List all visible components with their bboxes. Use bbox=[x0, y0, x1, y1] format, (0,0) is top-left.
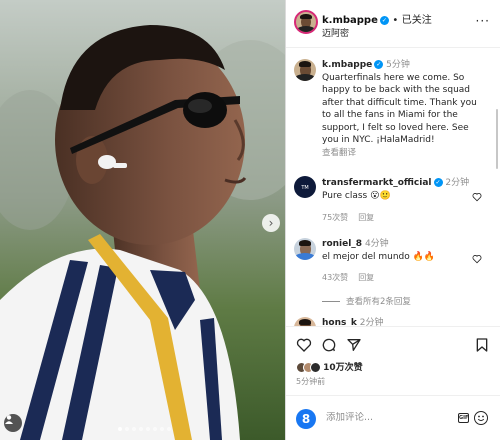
current-user-avatar: 8 bbox=[296, 409, 316, 429]
comments-scroll-area[interactable]: k.mbappe ✓ 5分钟 Quarterfinals here we come… bbox=[286, 49, 500, 326]
comment-time: 4分钟 bbox=[364, 239, 389, 249]
follow-status-button[interactable]: 已关注 bbox=[402, 15, 432, 26]
author-username[interactable]: k.mbappe bbox=[322, 15, 378, 26]
author-avatar[interactable] bbox=[294, 10, 318, 34]
like-heart-icon[interactable] bbox=[296, 337, 312, 353]
gif-icon[interactable]: GIF bbox=[458, 413, 469, 423]
view-replies-label: 查看所有2条回复 bbox=[346, 297, 411, 307]
reply-button[interactable]: 回复 bbox=[358, 273, 374, 282]
comment-body: transfermarkt_official ✓ 2分钟 Pure class 😮… bbox=[322, 177, 472, 203]
post-caption: k.mbappe ✓ 5分钟 Quarterfinals here we come… bbox=[322, 59, 487, 159]
verified-badge-icon: ✓ bbox=[379, 15, 389, 25]
caption-author-avatar[interactable] bbox=[294, 59, 316, 81]
comment-meta: 75次赞 回复 bbox=[322, 212, 384, 223]
comment-avatar[interactable] bbox=[294, 317, 316, 326]
caption-text: Quarterfinals here we come. So happy to … bbox=[322, 72, 477, 146]
comment-like-count[interactable]: 75次赞 bbox=[322, 213, 348, 222]
post-location[interactable]: 迈阿密 bbox=[322, 26, 349, 39]
liker-avatars bbox=[296, 362, 321, 373]
carousel-dot bbox=[146, 427, 150, 431]
emoji-icon[interactable] bbox=[474, 411, 488, 425]
post-timestamp: 5分钟前 bbox=[296, 377, 326, 386]
comment-like-count[interactable]: 43次赞 bbox=[322, 273, 348, 282]
verified-badge-icon: ✓ bbox=[374, 60, 384, 69]
caption-time: 5分钟 bbox=[386, 60, 410, 70]
comment-time: 2分钟 bbox=[445, 178, 470, 188]
reply-button[interactable]: 回复 bbox=[358, 213, 374, 222]
comment-body: roniel_8 4分钟 el mejor del mundo 🔥🔥 bbox=[322, 238, 472, 264]
comment-meta: 43次赞 回复 bbox=[322, 272, 384, 283]
verified-badge-icon: ✓ bbox=[433, 178, 443, 187]
scrollbar[interactable] bbox=[496, 109, 498, 169]
carousel-dot bbox=[125, 427, 129, 431]
carousel-dot bbox=[132, 427, 136, 431]
like-comment-heart-icon[interactable] bbox=[472, 192, 482, 202]
comment-text: el mejor del mundo 🔥🔥 bbox=[322, 252, 436, 262]
post-photo bbox=[0, 0, 285, 440]
save-bookmark-icon[interactable] bbox=[474, 337, 490, 353]
carousel-dot bbox=[118, 427, 122, 431]
comment-body: hons_k 2分钟 bbox=[322, 317, 472, 326]
carousel-dots bbox=[118, 427, 171, 431]
comment-avatar[interactable] bbox=[294, 238, 316, 260]
share-send-icon[interactable] bbox=[346, 337, 362, 353]
carousel-dot bbox=[139, 427, 143, 431]
comment-username[interactable]: transfermarkt_official bbox=[322, 178, 432, 188]
comment-username[interactable]: roniel_8 bbox=[322, 239, 362, 249]
post-actions: 10万次赞 5分钟前 bbox=[286, 326, 500, 394]
like-count[interactable]: 10万次赞 bbox=[296, 360, 363, 373]
user-icon bbox=[5, 415, 13, 424]
carousel-dot bbox=[167, 427, 171, 431]
comment-avatar[interactable]: TM bbox=[294, 176, 316, 198]
view-replies-button[interactable]: 查看所有2条回复 bbox=[322, 295, 411, 307]
replies-line bbox=[322, 301, 340, 302]
carousel-dot bbox=[153, 427, 157, 431]
comment-text: Pure class 😮🙂 bbox=[322, 191, 391, 201]
more-options-icon[interactable]: ··· bbox=[476, 14, 490, 28]
next-image-button[interactable]: › bbox=[262, 214, 280, 232]
transfermarkt-logo-icon: TM bbox=[295, 177, 315, 197]
carousel-dot bbox=[160, 427, 164, 431]
chevron-right-icon: › bbox=[268, 216, 274, 230]
smiley-face-icon bbox=[477, 415, 485, 422]
comment-input[interactable] bbox=[326, 412, 446, 423]
post-details-panel: k.mbappe ✓ • 已关注 迈阿密 ··· k.mbappe ✓ 5分钟 Qu… bbox=[286, 0, 500, 440]
comment-username[interactable]: hons_k bbox=[322, 318, 357, 326]
comment-bubble-icon[interactable] bbox=[321, 337, 337, 353]
author-line: k.mbappe ✓ • 已关注 bbox=[322, 11, 432, 26]
separator-dot: • bbox=[392, 15, 399, 26]
see-translation-link[interactable]: 查看翻译 bbox=[322, 148, 356, 158]
like-comment-heart-icon[interactable] bbox=[472, 254, 482, 264]
svg-text:TM: TM bbox=[300, 185, 308, 191]
post-header: k.mbappe ✓ • 已关注 迈阿密 ··· bbox=[286, 0, 500, 48]
add-comment-bar: 8 GIF bbox=[286, 395, 500, 440]
post-image[interactable]: › bbox=[0, 0, 285, 440]
caption-username[interactable]: k.mbappe bbox=[322, 60, 372, 70]
likes-label: 10万次赞 bbox=[323, 363, 363, 373]
tagged-users-button[interactable] bbox=[4, 414, 22, 432]
comment-time: 2分钟 bbox=[359, 318, 384, 326]
